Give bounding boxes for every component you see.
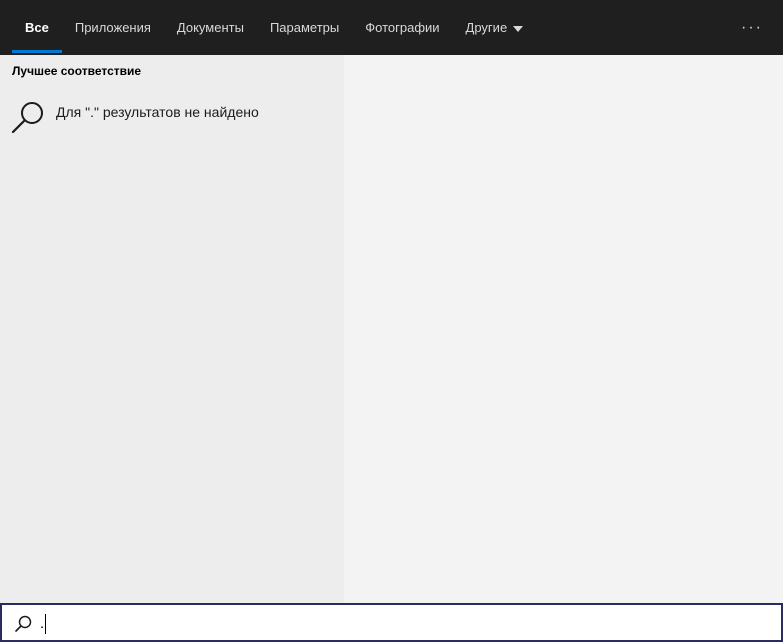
chevron-down-icon [513, 25, 524, 32]
search-box[interactable] [0, 603, 783, 642]
tab-more-categories-label: Другие [465, 20, 508, 35]
ellipsis-icon: ··· [741, 19, 763, 36]
tab-apps[interactable]: Приложения [62, 0, 164, 55]
best-match-heading: Лучшее соответствие [12, 64, 142, 78]
search-icon [15, 615, 32, 632]
filter-bar: Все Приложения Документы Параметры Фотог… [0, 0, 783, 55]
text-cursor [45, 614, 46, 634]
magnifier-icon [11, 102, 43, 134]
tab-photos-label: Фотографии [365, 20, 440, 35]
tab-settings[interactable]: Параметры [257, 0, 352, 55]
search-input[interactable] [40, 609, 740, 637]
filter-tabs: Все Приложения Документы Параметры Фотог… [12, 0, 536, 55]
tab-settings-label: Параметры [269, 20, 340, 35]
no-results-message: Для "." результатов не найдено [56, 104, 259, 120]
tab-more-categories[interactable]: Другие [453, 0, 537, 55]
tab-photos[interactable]: Фотографии [352, 0, 452, 55]
tab-all-label: Все [25, 20, 49, 35]
tab-apps-label: Приложения [74, 20, 151, 35]
tab-documents[interactable]: Документы [164, 0, 257, 55]
no-results-row: Для "." результатов не найдено [0, 93, 344, 137]
preview-pane [344, 55, 783, 603]
tab-all[interactable]: Все [12, 0, 62, 55]
results-pane: Лучшее соответствие Для "." результатов … [0, 55, 344, 603]
tab-documents-label: Документы [176, 20, 244, 35]
more-options-button[interactable]: ··· [737, 16, 767, 40]
